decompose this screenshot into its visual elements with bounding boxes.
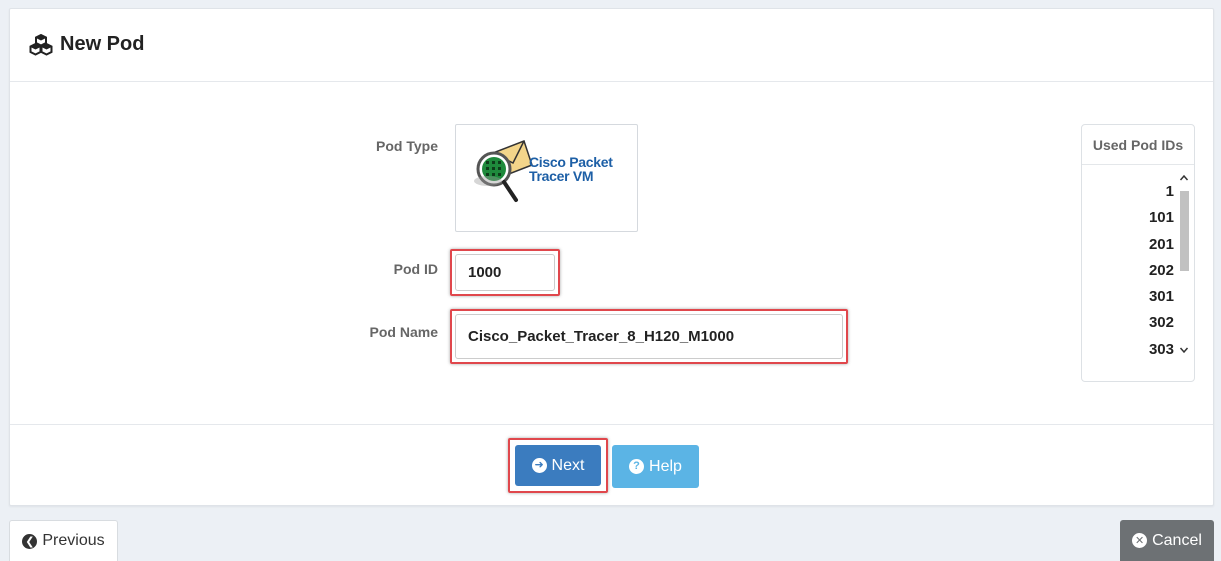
list-item[interactable]: 302 [1082,310,1174,336]
arrow-circle-left-icon: ❮ [22,533,38,549]
arrow-circle-right-icon: ➜ [531,458,547,473]
previous-button[interactable]: ❮ Previous [9,520,118,561]
pod-id-label: Pod ID [393,261,438,277]
cancel-button[interactable]: ✕ Cancel [1120,520,1214,561]
list-item[interactable]: 301 [1082,284,1174,310]
help-button-label: Help [649,457,682,475]
list-item[interactable]: 1 [1082,179,1174,205]
pod-type-label: Pod Type [376,138,438,154]
list-item[interactable]: 202 [1082,258,1174,284]
page-title-text: New Pod [60,33,145,55]
times-circle-icon: ✕ [1132,533,1148,548]
help-button[interactable]: ? Help [612,445,699,488]
used-pod-ids-box: Used Pod IDs 1 101 201 202 301 302 303 [1081,124,1195,382]
list-item[interactable]: 303 [1082,337,1174,363]
used-pod-ids-list[interactable]: 1 101 201 202 301 302 303 [1082,179,1174,363]
cubes-icon [29,33,53,56]
page-title: New Pod [29,33,144,56]
pod-name-label: Pod Name [369,324,438,340]
cancel-button-label: Cancel [1152,531,1202,549]
next-button-label: Next [551,456,585,474]
used-pod-ids-scrollbar[interactable] [1176,169,1192,357]
question-circle-icon: ? [629,459,645,474]
list-item[interactable]: 201 [1082,232,1174,258]
scrollbar-thumb[interactable] [1180,191,1189,271]
pod-type-caption-line2: Tracer VM [529,168,594,184]
used-pod-ids-title: Used Pod IDs [1082,125,1194,165]
pod-type-image-caption: Cisco Packet Tracer VM [529,155,613,183]
pod-type-caption-line1: Cisco Packet [529,154,613,170]
pod-name-input[interactable]: Cisco_Packet_Tracer_8_H120_M1000 [455,314,843,359]
pod-type-image[interactable]: Cisco Packet Tracer VM [455,124,638,232]
new-pod-panel: New Pod Pod Type Cisco Packet Tracer VM … [9,8,1214,506]
previous-button-label: Previous [42,532,105,549]
pod-id-input[interactable]: 1000 [455,254,555,291]
panel-header: New Pod [10,9,1213,82]
scroll-up-icon[interactable] [1179,173,1189,183]
list-item[interactable]: 101 [1082,205,1174,231]
next-button[interactable]: ➜ Next [515,445,601,486]
scroll-down-icon[interactable] [1179,345,1189,355]
